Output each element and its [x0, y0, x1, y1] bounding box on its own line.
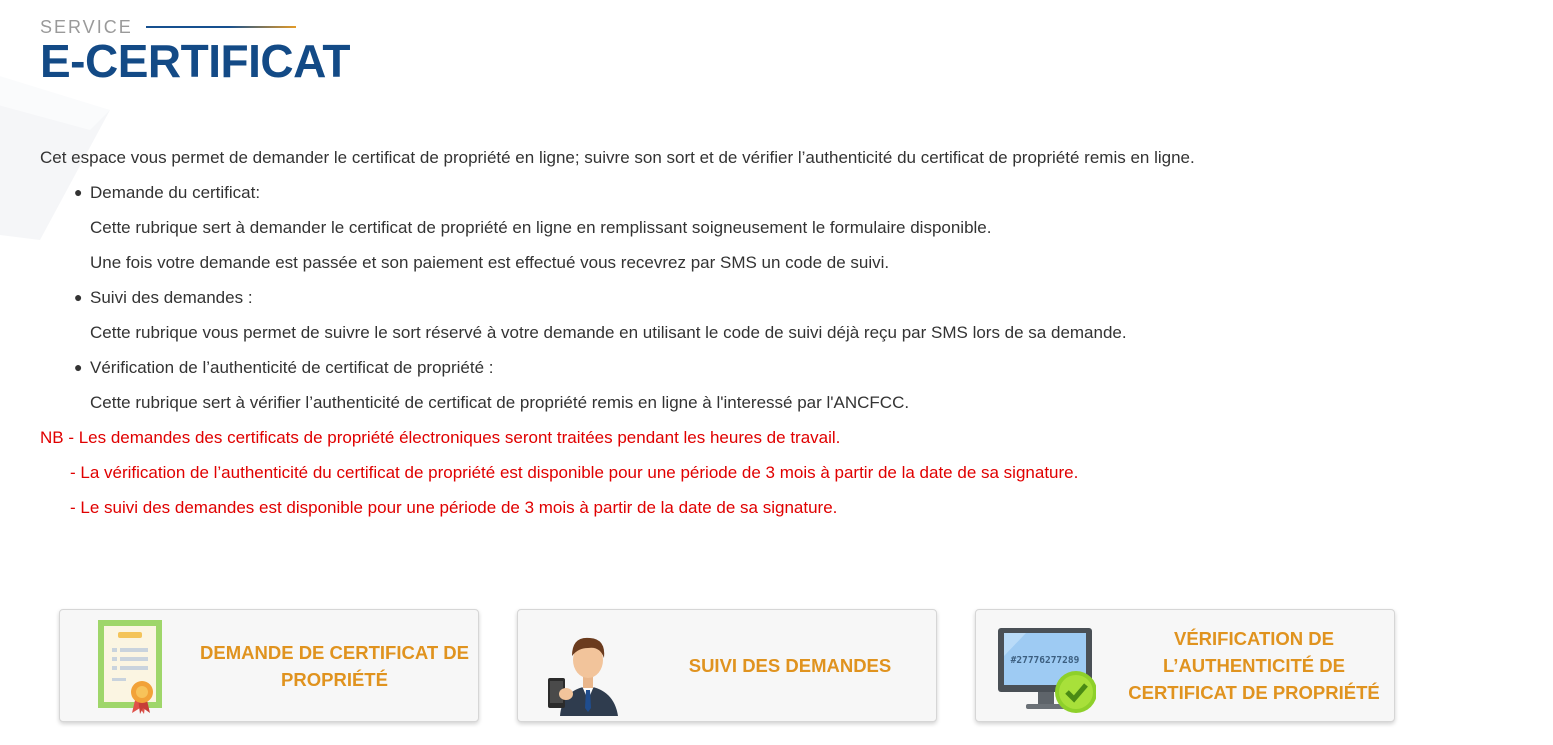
note-hours: NB - Les demandes des certificats de pro… [40, 428, 841, 447]
bullet-icon: ● [74, 184, 83, 200]
card-label: DEMANDE DE CERTIFICAT DE PROPRIÉTÉ [200, 641, 469, 690]
demande-certificat-card[interactable]: DEMANDE DE CERTIFICAT DE PROPRIÉTÉ [59, 609, 479, 722]
bullet-icon: ● [74, 359, 83, 375]
page-header: SERVICE E-CERTIFICAT [40, 14, 351, 87]
service-description: Cet espace vous permet de demander le ce… [40, 140, 1500, 525]
card-label: VÉRIFICATION DE L’AUTHENTICITÉ DE CERTIF… [1128, 628, 1380, 703]
feature-item-suivi: ● Suivi des demandes : Cette rubrique vo… [74, 280, 1500, 350]
note-tracking-period: - Le suivi des demandes est disponible p… [70, 498, 838, 517]
feature-title: Suivi des demandes : [90, 288, 253, 307]
card-label: SUIVI DES DEMANDES [688, 655, 892, 676]
feature-title: Vérification de l’authenticité de certif… [90, 358, 494, 377]
feature-description: Cette rubrique vous permet de suivre le … [90, 323, 1127, 342]
feature-description: Cette rubrique sert à vérifier l’authent… [90, 393, 910, 412]
feature-title: Demande du certificat: [90, 183, 261, 202]
suivi-demandes-card[interactable]: SUIVI DES DEMANDES [517, 609, 937, 722]
verification-authenticite-card[interactable]: #27776277289 VÉRIFICATION DE L’AUTHENTIC… [975, 609, 1395, 722]
feature-description: Cette rubrique sert à demander le certif… [90, 218, 992, 237]
note-verification-period: - La vérification de l’authenticité du c… [70, 463, 1079, 482]
feature-item-demande: ● Demande du certificat: Cette rubrique … [74, 175, 1500, 280]
feature-list: ● Demande du certificat: Cette rubrique … [40, 175, 1500, 420]
screen-code: #27776277289 [1011, 655, 1080, 666]
eyebrow-accent-line [145, 26, 296, 28]
certificate-icon [98, 620, 162, 714]
monitor-check-icon: #27776277289 [998, 628, 1096, 713]
bullet-icon: ● [74, 289, 83, 305]
intro-text: Cet espace vous permet de demander le ce… [40, 148, 1195, 167]
page-title: E-CERTIFICAT [40, 35, 351, 87]
feature-description: Une fois votre demande est passée et son… [90, 253, 890, 272]
feature-item-verification: ● Vérification de l’authenticité de cert… [74, 350, 1500, 420]
agent-phone-icon [548, 637, 618, 716]
